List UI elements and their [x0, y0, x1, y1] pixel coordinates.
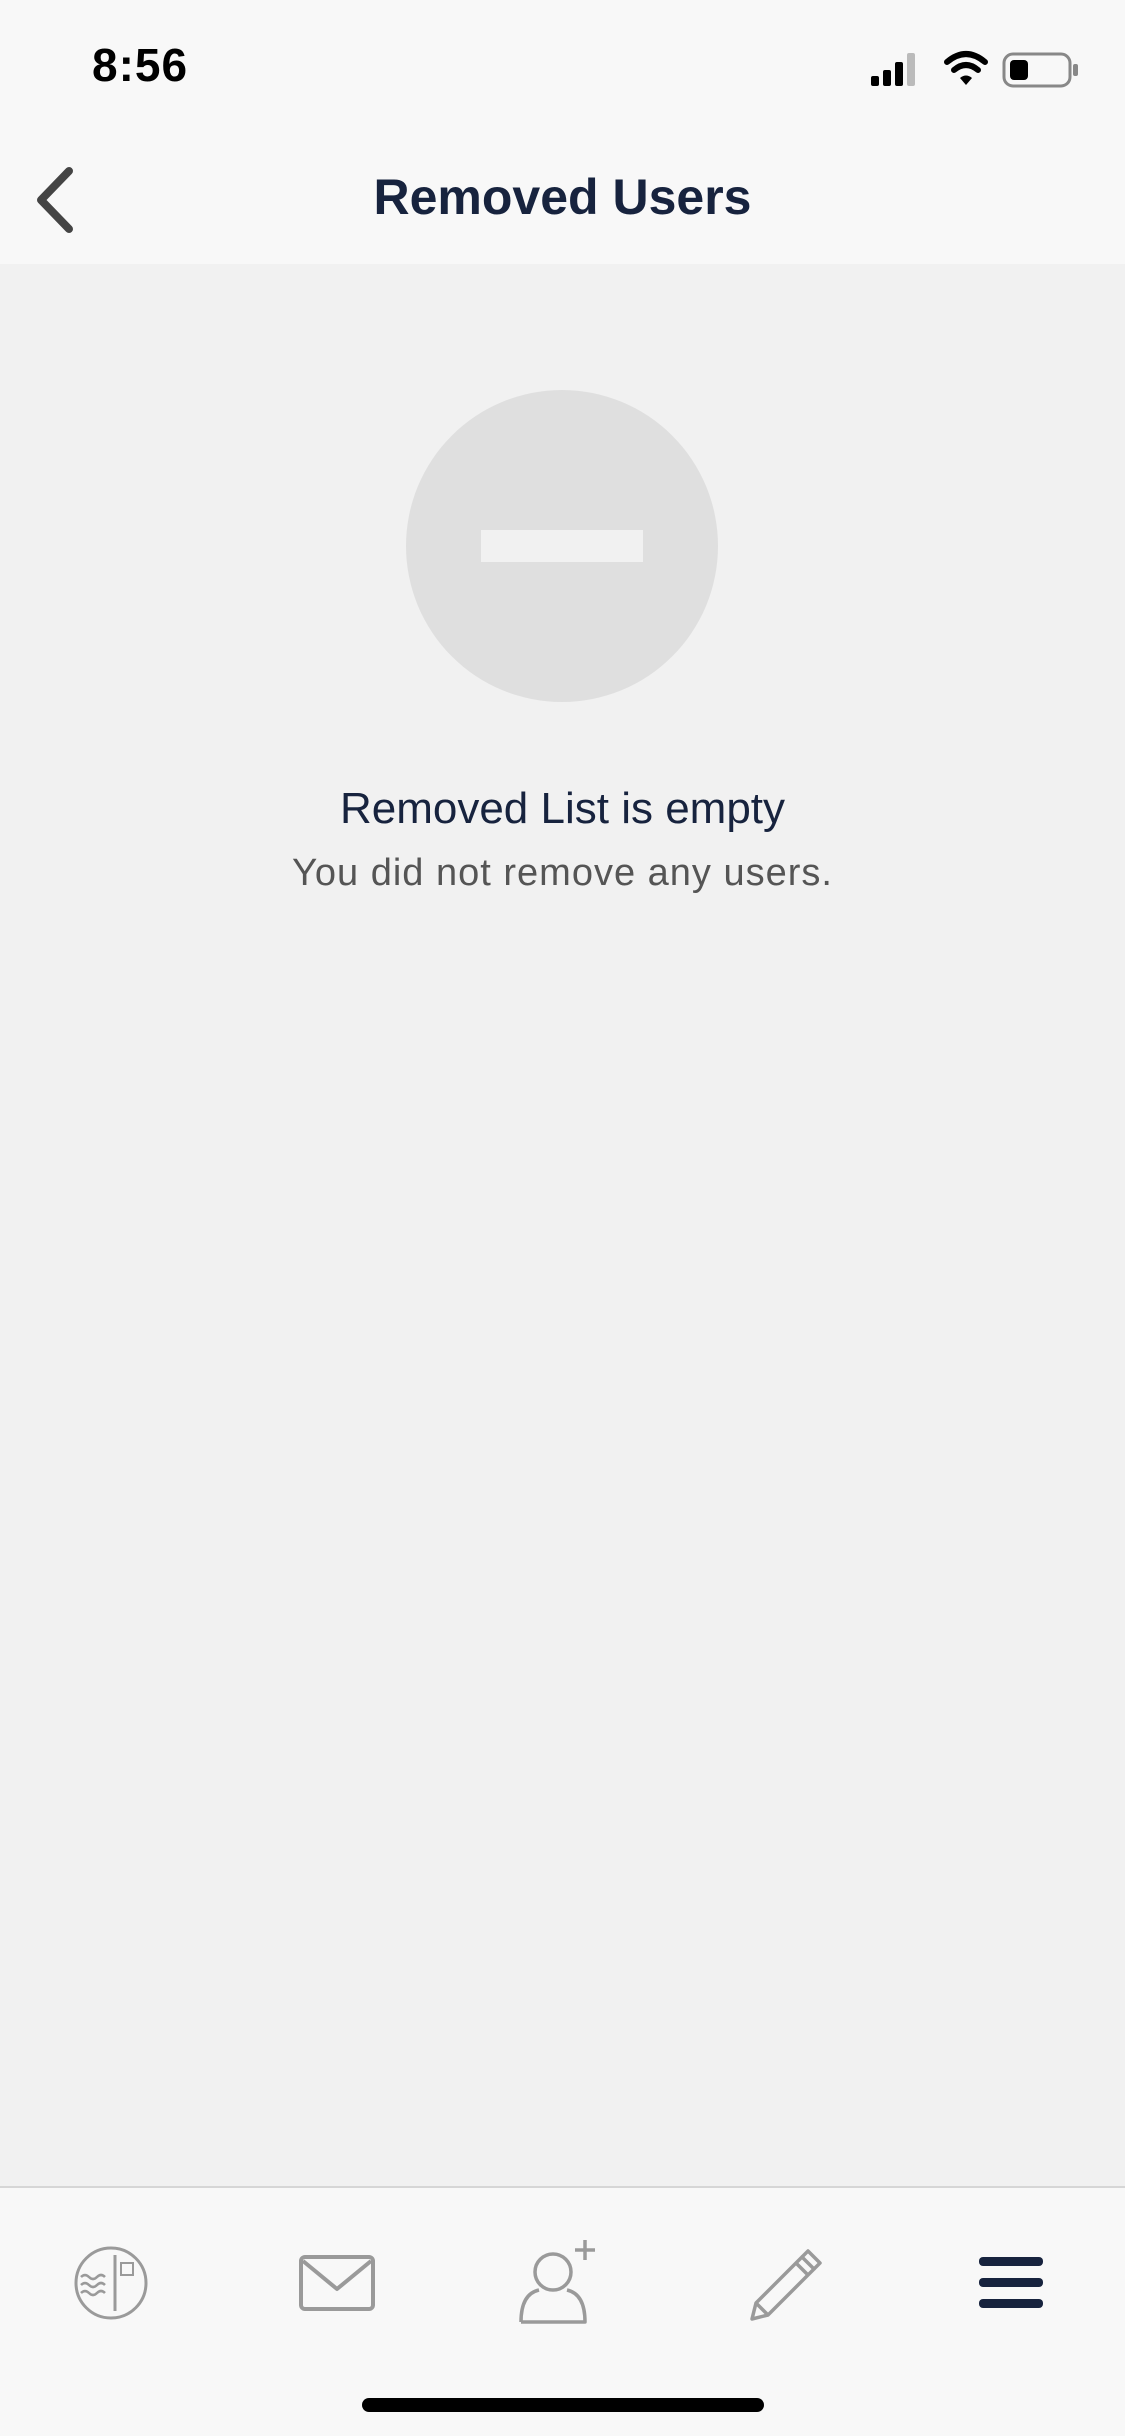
removed-minus-icon	[406, 390, 718, 702]
status-time: 8:56	[92, 39, 189, 91]
status-icons	[871, 50, 1081, 90]
minus-bar	[481, 530, 643, 562]
tab-scorecard[interactable]	[56, 2228, 166, 2338]
tab-menu[interactable]	[957, 2228, 1067, 2338]
cellular-signal-icon	[871, 53, 915, 86]
status-bar: 8:56	[0, 0, 1125, 132]
add-user-icon	[519, 2240, 595, 2324]
golf-scorecard-icon	[74, 2246, 148, 2320]
tab-messages[interactable]	[282, 2228, 392, 2338]
tab-add-user[interactable]	[505, 2228, 615, 2338]
menu-icon	[979, 2257, 1043, 2308]
tab-compose[interactable]	[731, 2228, 841, 2338]
navigation-bar: Removed Users	[0, 132, 1125, 264]
wifi-icon	[944, 51, 988, 85]
mail-icon	[299, 2255, 375, 2311]
home-indicator[interactable]	[362, 2398, 764, 2412]
pencil-icon	[750, 2249, 822, 2321]
battery-icon	[1002, 52, 1078, 88]
page-title: Removed Users	[373, 169, 752, 225]
empty-state-title: Removed List is empty	[339, 784, 786, 833]
empty-state-subtitle: You did not remove any users.	[292, 852, 833, 894]
main-content: Removed List is empty You did not remove…	[0, 264, 1125, 2186]
